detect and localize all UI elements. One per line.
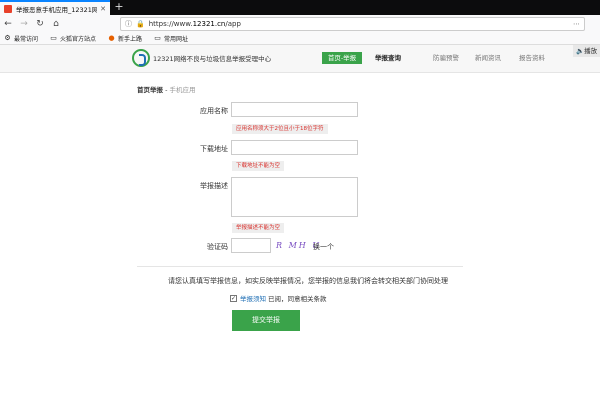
breadcrumb-current: 手机应用 <box>169 86 196 94</box>
description-label: 举报描述 <box>200 182 228 190</box>
folder-icon: ▭ <box>154 34 161 42</box>
description-error: 举报描述不能为空 <box>232 223 285 233</box>
captcha-refresh-link[interactable]: 换一个 <box>313 242 334 252</box>
description-textarea[interactable] <box>231 177 358 217</box>
url-text: https://www.12321.cn/app <box>148 20 241 28</box>
nav-fraud-warning[interactable]: 防骗预警 <box>433 52 459 64</box>
download-label: 下载地址 <box>200 145 228 153</box>
breadcrumb-home[interactable]: 首页举报 <box>137 86 163 94</box>
new-tab-icon[interactable]: + <box>113 0 125 15</box>
agree-row: ✓ 举报须知 已阅，同意相关条款 <box>230 293 327 303</box>
browser-nav-bar: ← → ↻ ⌂ ⓘ 🔒 https://www.12321.cn/app ⋯ <box>0 15 600 33</box>
nav-reports[interactable]: 报告资料 <box>519 52 545 64</box>
forward-icon[interactable]: → <box>16 19 32 29</box>
bookmark-item[interactable]: ▭ 火狐官方站点 <box>50 34 96 44</box>
browser-tab-bar: 举报恶意手机应用_12321网络 ✕ + <box>0 0 600 15</box>
captcha-input[interactable] <box>231 238 271 253</box>
download-error: 下载地址不能为空 <box>232 161 285 171</box>
tab-title: 举报恶意手机应用_12321网络 <box>16 5 98 14</box>
speaker-icon: 🔈 <box>576 47 585 55</box>
logo-mark-icon <box>132 49 150 67</box>
address-bar[interactable]: ⓘ 🔒 https://www.12321.cn/app ⋯ <box>120 17 585 31</box>
page-actions-icon[interactable]: ⋯ <box>573 20 580 28</box>
agree-checkbox[interactable]: ✓ <box>230 294 237 302</box>
site-logo[interactable]: 12321网络不良与垃圾信息举报受理中心 <box>132 49 271 67</box>
close-tab-icon[interactable]: ✕ <box>100 5 106 13</box>
app-name-error: 应用名称须大于2位且小于18位字符 <box>232 124 328 134</box>
bookmark-item[interactable]: ● 新手上路 <box>108 34 142 44</box>
captcha-label: 验证码 <box>207 243 228 251</box>
reload-icon[interactable]: ↻ <box>32 19 48 29</box>
site-favicon-icon <box>4 4 12 13</box>
folder-icon: ▭ <box>50 34 57 42</box>
report-terms-link[interactable]: 举报须知 <box>240 293 266 303</box>
site-header: 12321网络不良与垃圾信息举报受理中心 <box>0 45 600 73</box>
app-name-label: 应用名称 <box>200 107 228 115</box>
nav-news[interactable]: 新闻资讯 <box>475 52 501 64</box>
nav-report-query[interactable]: 举报查询 <box>375 52 401 64</box>
logo-text: 12321网络不良与垃圾信息举报受理中心 <box>153 55 272 63</box>
bookmarks-bar: ⚙ 最常访问 ▭ 火狐官方站点 ● 新手上路 ▭ 常用网址 <box>0 33 600 45</box>
bookmark-item[interactable]: ▭ 常用网址 <box>154 34 188 44</box>
submit-report-button[interactable]: 提交举报 <box>232 310 300 331</box>
voice-play-button[interactable]: 🔈播放 <box>573 45 600 57</box>
lock-icon: 🔒 <box>136 20 145 28</box>
app-name-input[interactable] <box>231 102 358 117</box>
back-icon[interactable]: ← <box>0 19 16 29</box>
download-input[interactable] <box>231 140 358 155</box>
bookmark-item[interactable]: ⚙ 最常访问 <box>4 34 38 44</box>
divider <box>137 266 463 267</box>
firefox-icon: ● <box>108 34 115 42</box>
breadcrumb: 首页举报 - 手机应用 <box>137 86 196 94</box>
info-icon[interactable]: ⓘ <box>125 19 132 29</box>
notice-text: 请您认真填写举报信息，如实反映举报情况，您举报的信息我们将会转交相关部门协同处理 <box>168 277 448 285</box>
browser-tab[interactable]: 举报恶意手机应用_12321网络 ✕ <box>0 0 110 15</box>
home-icon[interactable]: ⌂ <box>48 19 64 29</box>
gear-icon: ⚙ <box>4 34 11 42</box>
agree-text: 已阅，同意相关条款 <box>268 295 327 303</box>
nav-home-report[interactable]: 首页-举报 <box>322 52 362 64</box>
